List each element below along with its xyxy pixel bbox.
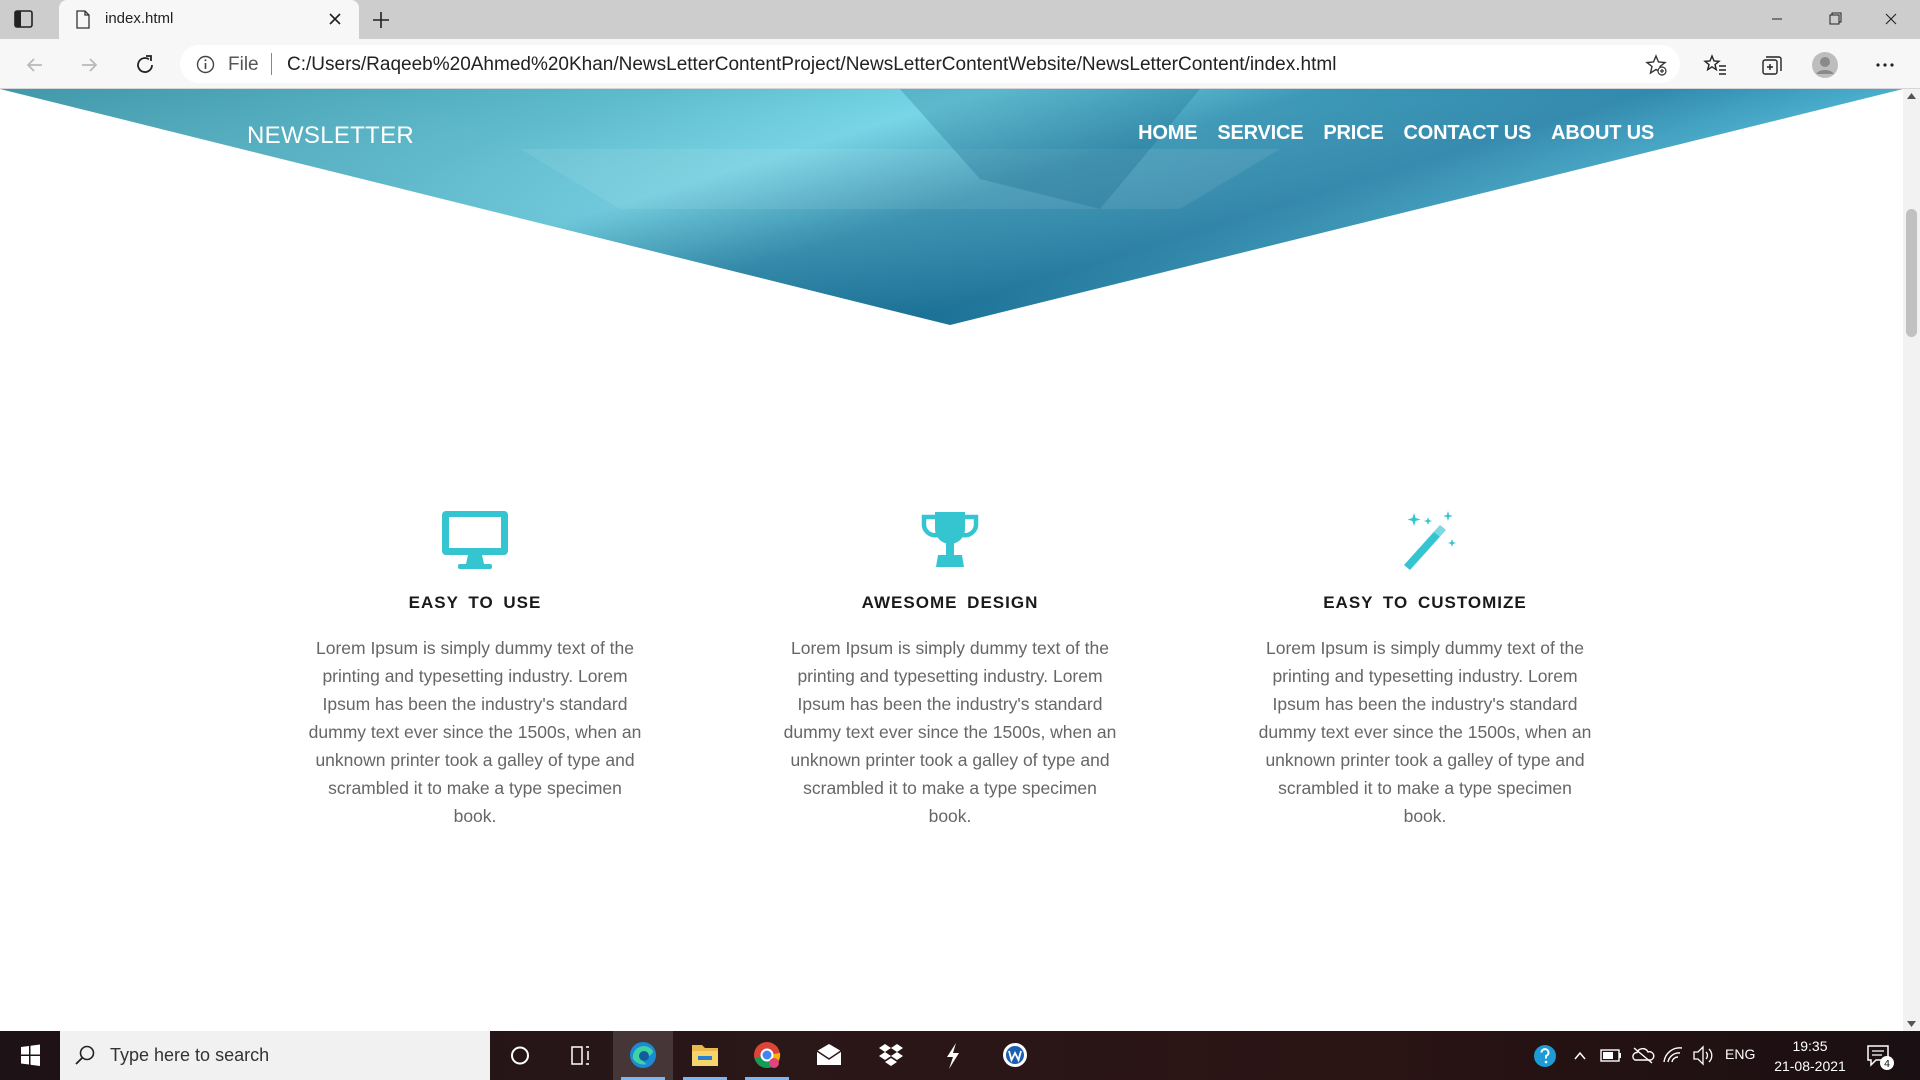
page-viewport: NEWSLETTER HOME SERVICE PRICE CONTACT US… [0, 89, 1903, 1031]
help-icon[interactable] [1530, 1031, 1560, 1080]
edge-taskbar-button[interactable] [613, 1031, 673, 1080]
feature-description: Lorem Ipsum is simply dummy text of the … [308, 638, 642, 826]
folder-icon [692, 1045, 718, 1066]
url-text[interactable]: C:/Users/Raqeeb%20Ahmed%20Khan/NewsLette… [287, 54, 1336, 76]
scroll-up-arrow-icon[interactable] [1907, 93, 1916, 99]
mail-icon[interactable] [799, 1031, 859, 1080]
chevron-up-icon[interactable] [1570, 1031, 1590, 1080]
page-scrollbar[interactable] [1903, 89, 1920, 1031]
desktop-icon [442, 511, 508, 569]
tab-title: index.html [105, 10, 174, 27]
wifi-icon[interactable] [1660, 1031, 1686, 1080]
app-w-icon[interactable] [985, 1031, 1045, 1080]
feature-card-easy-to-use: EASY TO USE Lorem Ipsum is simply dummy … [300, 509, 650, 830]
app-s-icon[interactable] [923, 1031, 983, 1080]
feature-card-easy-to-customize: EASY TO CUSTOMIZE Lorem Ipsum is simply … [1250, 509, 1600, 830]
add-favorite-icon[interactable] [1644, 53, 1668, 77]
feature-description: Lorem Ipsum is simply dummy text of the … [1258, 638, 1592, 826]
info-icon[interactable] [196, 55, 215, 74]
site-brand-logo[interactable]: NEWSLETTER [247, 122, 414, 150]
nav-contact-link[interactable]: CONTACT US [1404, 122, 1532, 145]
scrollbar-thumb[interactable] [1906, 209, 1917, 337]
notification-center-icon[interactable]: 4 [1865, 1041, 1895, 1071]
feature-card-awesome-design: AWESOME DESIGN Lorem Ipsum is simply dum… [775, 509, 1125, 830]
search-placeholder: Type here to search [110, 1045, 270, 1065]
search-icon [75, 1045, 95, 1065]
nav-home-link[interactable]: HOME [1138, 122, 1197, 145]
file-icon [76, 10, 90, 29]
language-indicator[interactable]: ENG [1725, 1046, 1755, 1062]
reload-icon[interactable] [130, 50, 160, 80]
windows-start-icon[interactable] [0, 1031, 60, 1080]
profile-avatar-icon[interactable] [1810, 50, 1840, 80]
active-tab[interactable]: index.html [59, 0, 359, 39]
nav-price-link[interactable]: PRICE [1323, 122, 1383, 145]
task-view-icon[interactable] [550, 1031, 610, 1080]
file-protocol-label: File [228, 54, 259, 75]
taskbar-search-box[interactable]: Type here to search [60, 1031, 490, 1080]
cortana-icon[interactable] [490, 1031, 550, 1080]
clock-time: 19:35 [1792, 1038, 1828, 1054]
feature-description: Lorem Ipsum is simply dummy text of the … [783, 638, 1117, 826]
feature-title: EASY TO CUSTOMIZE [1323, 593, 1527, 612]
forward-arrow-icon[interactable] [74, 50, 104, 80]
edge-browser-icon [630, 1042, 656, 1068]
scroll-down-arrow-icon[interactable] [1907, 1021, 1916, 1027]
collections-icon[interactable] [1755, 50, 1785, 80]
close-window-icon[interactable] [1862, 0, 1920, 39]
chrome-taskbar-button[interactable] [737, 1031, 797, 1080]
feature-title: EASY TO USE [408, 593, 542, 612]
nav-service-link[interactable]: SERVICE [1217, 122, 1303, 145]
system-clock[interactable]: 19:35 21-08-2021 [1760, 1036, 1860, 1076]
browser-tab-bar: index.html [0, 0, 1920, 39]
new-tab-icon[interactable] [368, 7, 394, 33]
tab-actions-icon[interactable] [12, 8, 36, 30]
close-tab-icon[interactable] [325, 9, 345, 29]
magic-wand-icon [1404, 511, 1456, 570]
restore-icon[interactable] [1806, 0, 1864, 39]
address-bar[interactable]: File C:/Users/Raqeeb%20Ahmed%20Khan/News… [180, 45, 1680, 83]
chrome-icon [754, 1042, 781, 1068]
battery-icon[interactable] [1598, 1031, 1624, 1080]
site-nav-menu: HOME SERVICE PRICE CONTACT US ABOUT US [1138, 122, 1654, 145]
volume-icon[interactable] [1690, 1031, 1716, 1080]
minimize-icon[interactable] [1748, 0, 1806, 39]
clock-date: 21-08-2021 [1774, 1058, 1846, 1074]
feature-title: AWESOME DESIGN [861, 593, 1039, 612]
notification-count: 4 [1884, 1059, 1890, 1070]
windows-taskbar: Type here to search ENG 19:35 21-08-2021… [0, 1031, 1920, 1080]
address-separator [271, 53, 272, 75]
favorites-icon[interactable] [1700, 50, 1730, 80]
dropbox-icon[interactable] [861, 1031, 921, 1080]
back-arrow-icon[interactable] [20, 50, 50, 80]
file-explorer-taskbar-button[interactable] [675, 1031, 735, 1080]
nav-about-link[interactable]: ABOUT US [1551, 122, 1654, 145]
onedrive-icon[interactable] [1630, 1031, 1656, 1080]
browser-toolbar: File C:/Users/Raqeeb%20Ahmed%20Khan/News… [0, 39, 1920, 89]
trophy-icon [921, 512, 979, 567]
more-options-icon[interactable] [1870, 50, 1900, 80]
